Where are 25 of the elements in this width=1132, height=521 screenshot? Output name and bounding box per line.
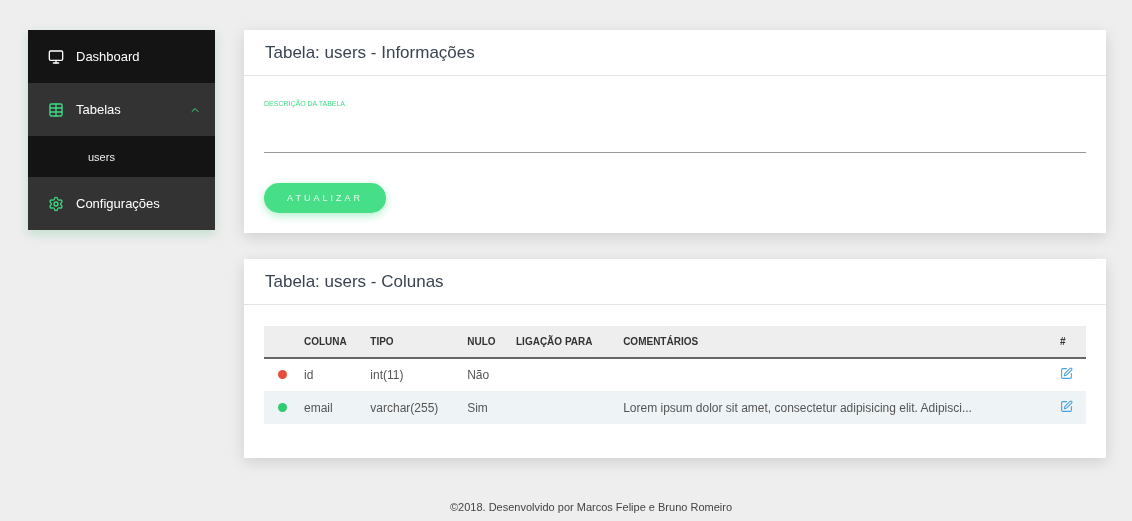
sidebar-item[interactable]: Tabelas bbox=[28, 83, 215, 136]
table-cell: Lorem ipsum dolor sit amet, consectetur adipisicing elit. Adipisci... bbox=[623, 400, 972, 415]
table-cell: int(11) bbox=[370, 368, 404, 382]
edit-icon[interactable] bbox=[1060, 399, 1073, 413]
card-title: Tabela: users - Informações bbox=[265, 42, 475, 63]
column-header: COMENTÁRIOS bbox=[617, 326, 1054, 358]
table-cell: email bbox=[304, 400, 333, 415]
table-cell: id bbox=[304, 368, 314, 382]
sidebar-subitem[interactable]: users bbox=[28, 136, 215, 177]
edit-icon[interactable] bbox=[1060, 367, 1073, 380]
table-cell: varchar(255) bbox=[370, 400, 439, 415]
column-header: NULO bbox=[461, 326, 510, 358]
gear-icon bbox=[48, 195, 64, 212]
column-header: TIPO bbox=[364, 326, 462, 358]
sidebar-item[interactable]: Configurações bbox=[28, 177, 215, 230]
table-cell: Não bbox=[467, 368, 490, 382]
table-cell: Sim bbox=[467, 400, 488, 415]
column-header: LIGAÇÃO PARA bbox=[510, 326, 618, 358]
column-header: # bbox=[1054, 326, 1086, 358]
table-icon bbox=[48, 101, 64, 118]
monitor-icon bbox=[48, 48, 64, 65]
sidebar-item[interactable]: Dashboard bbox=[28, 30, 215, 83]
card-title: Tabela: users - Colunas bbox=[265, 271, 444, 292]
footer-text: ©2018. Desenvolvido por Marcos Felipe e Bruno Romeiro bbox=[449, 501, 733, 515]
column-header: COLUNA bbox=[298, 326, 365, 358]
